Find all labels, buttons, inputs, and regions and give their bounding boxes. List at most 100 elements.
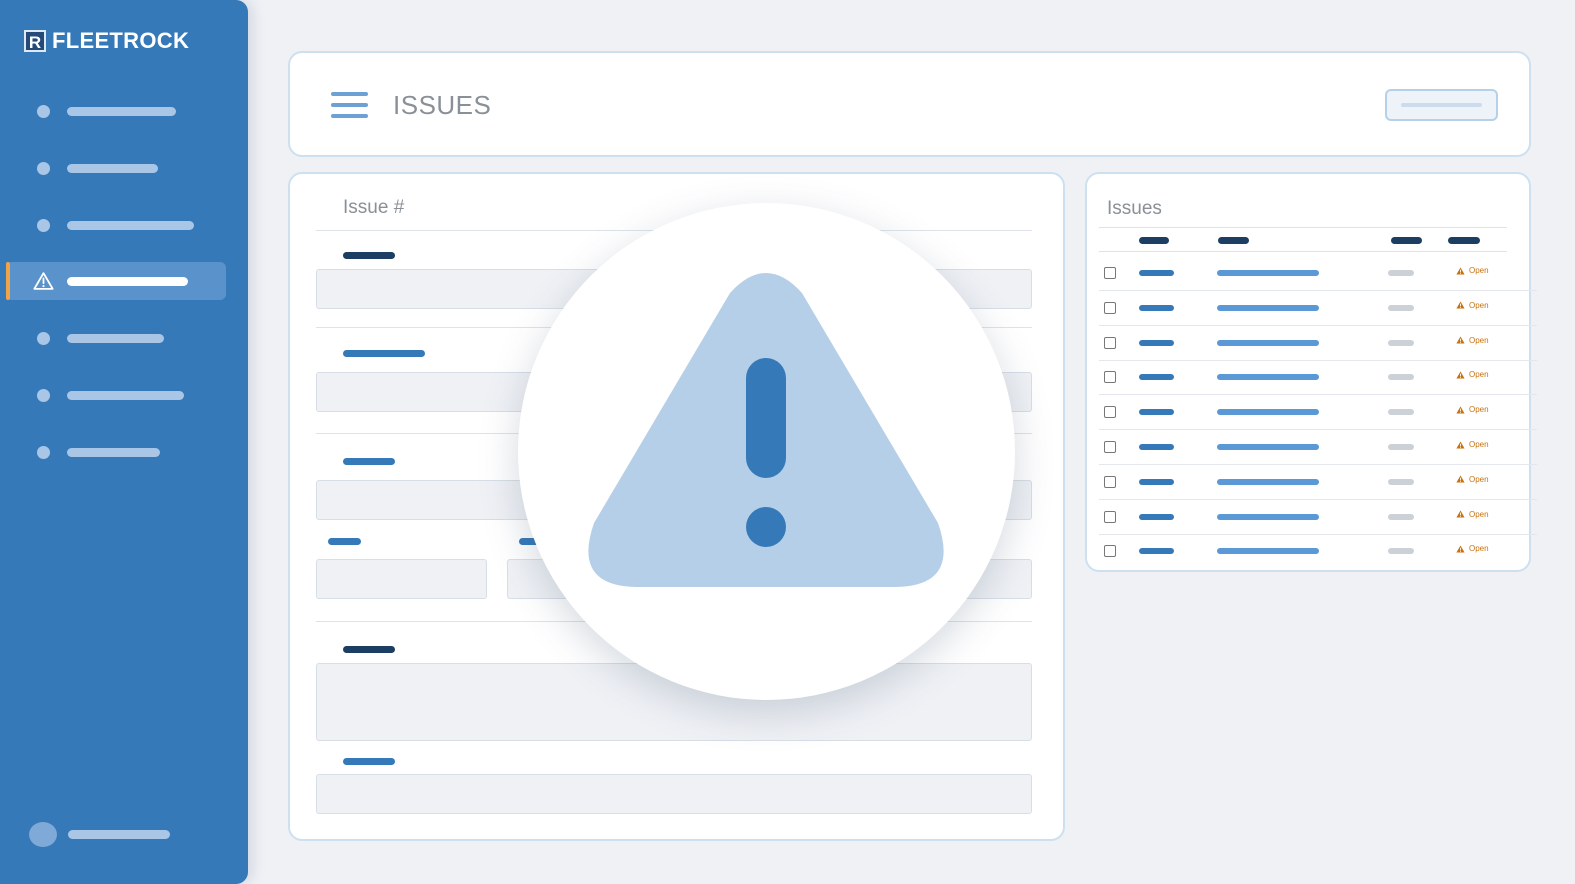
status-badge: Open [1456, 301, 1489, 310]
cell-placeholder [1217, 513, 1319, 520]
sidebar-item-label-placeholder [67, 334, 164, 343]
row-checkbox[interactable] [1104, 336, 1116, 349]
nav-dot-icon [37, 219, 50, 232]
status-label: Open [1469, 300, 1489, 310]
field-label-placeholder [343, 350, 425, 357]
cell-placeholder [1217, 270, 1319, 276]
status-label: Open [1469, 266, 1489, 275]
cell-placeholder [1388, 374, 1414, 381]
status-badge: Open [1456, 405, 1489, 414]
cell-placeholder [1139, 374, 1174, 381]
sidebar-item-label-placeholder [67, 391, 184, 400]
warning-icon [1456, 440, 1465, 449]
row-checkbox[interactable] [1104, 406, 1116, 419]
form-title: Issue # [343, 197, 405, 218]
sidebar: R FLEETROCK [0, 0, 248, 884]
table-row[interactable]: Open [1099, 360, 1537, 396]
cell-placeholder [1139, 444, 1174, 450]
nav-dot-icon [37, 162, 50, 175]
nav-dot-icon [37, 332, 50, 345]
cell-placeholder [1139, 270, 1174, 276]
column-header-placeholder[interactable] [1218, 237, 1249, 244]
cell-placeholder [1217, 304, 1319, 311]
cell-placeholder [1388, 409, 1414, 416]
cell-placeholder [1217, 478, 1319, 485]
status-badge: Open [1456, 475, 1489, 484]
row-checkbox[interactable] [1104, 510, 1116, 523]
brand-name: FLEETROCK [52, 28, 190, 53]
nav-dot-icon [37, 105, 50, 118]
sidebar-item-label-placeholder [67, 221, 194, 230]
status-badge: Open [1456, 370, 1489, 379]
row-checkbox[interactable] [1104, 475, 1116, 488]
column-header-placeholder[interactable] [1448, 237, 1480, 244]
sidebar-item-1[interactable] [6, 92, 226, 130]
sidebar-item-3[interactable] [6, 206, 226, 244]
status-badge: Open [1456, 440, 1489, 449]
table-row[interactable]: Open [1099, 500, 1537, 535]
sidebar-item-label-placeholder [67, 107, 176, 116]
sidebar-item-issues[interactable] [6, 262, 226, 300]
page-header: ISSUES [288, 51, 1531, 157]
row-checkbox[interactable] [1104, 267, 1116, 279]
cell-placeholder [1388, 339, 1414, 346]
table-row[interactable]: Open [1099, 430, 1537, 465]
avatar[interactable] [29, 822, 57, 847]
warning-icon [1456, 336, 1465, 344]
cell-placeholder [1139, 513, 1174, 520]
table-row[interactable]: Open [1099, 291, 1537, 326]
cell-placeholder [1139, 304, 1174, 311]
cell-placeholder [1217, 444, 1319, 450]
brand-logo[interactable]: R FLEETROCK [24, 28, 189, 54]
table-row[interactable]: Open [1099, 256, 1537, 291]
cell-placeholder [1217, 339, 1319, 346]
alert-overlay [518, 203, 1015, 700]
status-label: Open [1469, 544, 1489, 554]
sidebar-item-2[interactable] [6, 149, 226, 187]
list-title: Issues [1107, 198, 1162, 219]
field-label-placeholder [343, 252, 395, 259]
form-field-6[interactable] [316, 774, 1032, 814]
table-row[interactable]: Open [1099, 534, 1523, 569]
sidebar-item-5[interactable] [6, 319, 226, 357]
sidebar-item-6[interactable] [6, 376, 226, 414]
row-checkbox[interactable] [1104, 301, 1116, 314]
field-label-placeholder [343, 458, 395, 465]
status-label: Open [1469, 370, 1489, 380]
warning-icon [1456, 475, 1465, 483]
cell-placeholder [1388, 304, 1414, 311]
hamburger-menu-icon[interactable] [331, 92, 368, 118]
column-header-placeholder[interactable] [1139, 237, 1169, 244]
cell-placeholder [1217, 409, 1319, 416]
page-title: ISSUES [393, 90, 492, 120]
cell-placeholder [1388, 548, 1414, 555]
status-label: Open [1469, 474, 1489, 484]
cell-placeholder [1139, 478, 1174, 485]
table-row[interactable]: Open [1099, 465, 1537, 500]
status-badge: Open [1456, 544, 1489, 553]
sidebar-item-label-placeholder [67, 277, 188, 286]
status-label: Open [1469, 335, 1489, 345]
issues-list-panel: Issues Open Open Open Open Open Open Open Open O… [1085, 172, 1537, 572]
table-row[interactable]: Open [1099, 326, 1537, 361]
form-field-4a[interactable] [316, 559, 487, 599]
table-row[interactable]: Open [1099, 395, 1537, 431]
cell-placeholder [1217, 548, 1319, 555]
header-action-button[interactable] [1385, 89, 1498, 121]
sidebar-item-label-placeholder [67, 164, 158, 173]
cell-placeholder [1388, 444, 1414, 450]
logo-mark-icon: R [24, 30, 46, 52]
sidebar-item-label-placeholder [67, 448, 160, 457]
divider [1099, 227, 1507, 228]
cell-placeholder [1139, 548, 1174, 555]
warning-icon [1456, 545, 1465, 553]
row-checkbox[interactable] [1104, 441, 1116, 453]
row-checkbox[interactable] [1104, 545, 1116, 558]
cell-placeholder [1217, 374, 1319, 381]
column-header-placeholder[interactable] [1391, 237, 1422, 244]
sidebar-item-7[interactable] [6, 433, 226, 471]
row-checkbox[interactable] [1104, 371, 1116, 384]
nav-dot-icon [37, 446, 50, 459]
status-badge: Open [1456, 266, 1489, 275]
cell-placeholder [1388, 270, 1414, 276]
